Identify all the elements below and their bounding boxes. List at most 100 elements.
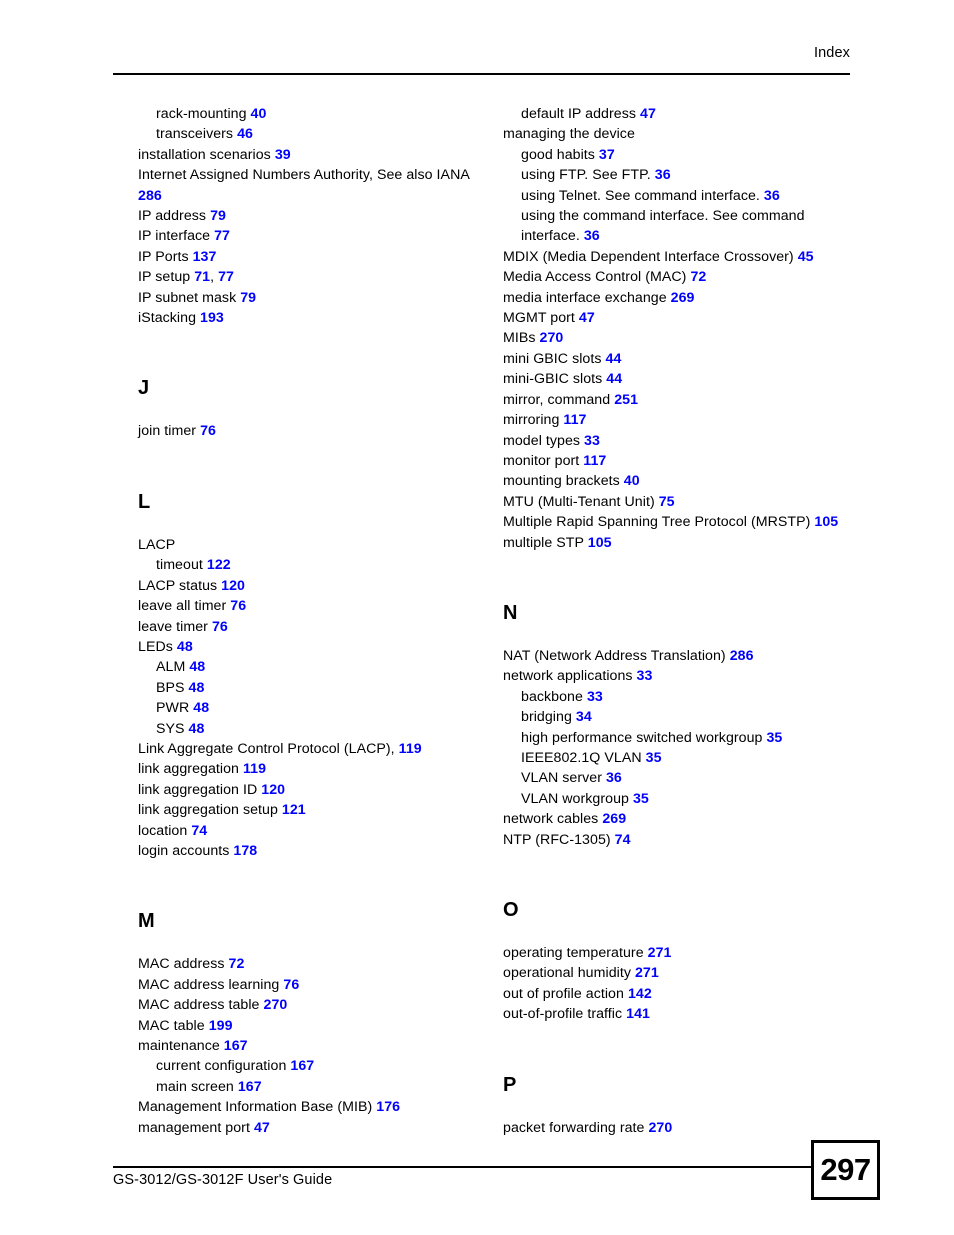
page-ref-48[interactable]: 48 xyxy=(189,721,205,737)
page-ref-37[interactable]: 37 xyxy=(599,147,615,163)
index-entry-using-the-command-interface-see-command-interfac[interactable]: using the command interface. See command… xyxy=(503,206,861,247)
index-entry-operating-temperature[interactable]: operating temperature 271 xyxy=(503,943,871,963)
index-entry-model-types[interactable]: model types 33 xyxy=(503,431,871,451)
index-entry-network-cables[interactable]: network cables 269 xyxy=(503,809,871,829)
page-ref-33[interactable]: 33 xyxy=(584,433,600,449)
index-entry-mounting-brackets[interactable]: mounting brackets 40 xyxy=(503,471,871,491)
index-entry-mac-table[interactable]: MAC table 199 xyxy=(138,1016,506,1036)
index-entry-istacking[interactable]: iStacking 193 xyxy=(138,308,506,328)
page-ref-79[interactable]: 79 xyxy=(240,290,256,306)
page-ref-39[interactable]: 39 xyxy=(275,147,291,163)
page-ref-76[interactable]: 76 xyxy=(230,598,246,614)
index-entry-mgmt-port[interactable]: MGMT port 47 xyxy=(503,308,871,328)
page-ref-46[interactable]: 46 xyxy=(237,126,253,142)
page-ref-119[interactable]: 119 xyxy=(399,741,422,757)
index-entry-mini-gbic-slots[interactable]: mini-GBIC slots 44 xyxy=(503,369,871,389)
index-entry-timeout[interactable]: timeout 122 xyxy=(138,555,506,575)
page-ref-105[interactable]: 105 xyxy=(588,535,612,551)
page-ref-45[interactable]: 45 xyxy=(798,249,814,265)
index-entry-mibs[interactable]: MIBs 270 xyxy=(503,328,871,348)
index-entry-location[interactable]: location 74 xyxy=(138,821,506,841)
index-entry-mac-address[interactable]: MAC address 72 xyxy=(138,954,506,974)
page-ref-286[interactable]: 286 xyxy=(730,648,754,664)
page-ref-117[interactable]: 117 xyxy=(563,412,586,428)
page-ref-270[interactable]: 270 xyxy=(648,1120,672,1136)
page-ref-44[interactable]: 44 xyxy=(606,371,622,387)
index-entry-lacp[interactable]: LACP xyxy=(138,535,506,555)
index-entry-link-aggregate-control-protocol-lacp[interactable]: Link Aggregate Control Protocol (LACP), … xyxy=(138,739,506,759)
index-entry-mac-address-table[interactable]: MAC address table 270 xyxy=(138,995,506,1015)
index-entry-ip-subnet-mask[interactable]: IP subnet mask 79 xyxy=(138,288,506,308)
index-entry-multiple-rapid-spanning-tree-protocol-mrstp[interactable]: Multiple Rapid Spanning Tree Protocol (M… xyxy=(503,512,871,532)
index-entry-bps[interactable]: BPS 48 xyxy=(138,678,506,698)
index-entry-operational-humidity[interactable]: operational humidity 271 xyxy=(503,963,871,983)
page-ref-47[interactable]: 47 xyxy=(640,106,656,122)
index-entry-join-timer[interactable]: join timer 76 xyxy=(138,421,506,441)
index-entry-mini-gbic-slots[interactable]: mini GBIC slots 44 xyxy=(503,349,871,369)
page-ref-36[interactable]: 36 xyxy=(584,228,600,244)
page-ref-76[interactable]: 76 xyxy=(212,619,228,635)
page-ref-74[interactable]: 74 xyxy=(615,832,631,848)
index-entry-main-screen[interactable]: main screen 167 xyxy=(138,1077,506,1097)
page-ref-286[interactable]: 286 xyxy=(138,188,162,204)
index-entry-current-configuration[interactable]: current configuration 167 xyxy=(138,1056,506,1076)
page-ref-77[interactable]: 77 xyxy=(214,228,230,244)
index-entry-backbone[interactable]: backbone 33 xyxy=(503,687,871,707)
page-ref-270[interactable]: 270 xyxy=(264,997,288,1013)
index-entry-leave-timer[interactable]: leave timer 76 xyxy=(138,617,506,637)
page-ref-117[interactable]: 117 xyxy=(583,453,606,469)
page-ref-71[interactable]: 71 xyxy=(194,269,210,285)
page-ref-35[interactable]: 35 xyxy=(766,730,782,746)
index-entry-ip-address[interactable]: IP address 79 xyxy=(138,206,506,226)
index-entry-ip-setup[interactable]: IP setup 71, 77 xyxy=(138,267,506,287)
page-ref-33[interactable]: 33 xyxy=(637,668,653,684)
page-ref-36[interactable]: 36 xyxy=(606,770,622,786)
page-ref-44[interactable]: 44 xyxy=(606,351,622,367)
index-entry-sys[interactable]: SYS 48 xyxy=(138,719,506,739)
page-ref-76[interactable]: 76 xyxy=(200,423,216,439)
index-entry-link-aggregation-setup[interactable]: link aggregation setup 121 xyxy=(138,800,506,820)
index-entry-monitor-port[interactable]: monitor port 117 xyxy=(503,451,871,471)
index-entry-internet-assigned-numbers-authority-see-also-ian[interactable]: Internet Assigned Numbers Authority, See… xyxy=(138,165,478,206)
index-entry-high-performance-switched-workgroup[interactable]: high performance switched workgroup 35 xyxy=(503,728,871,748)
index-entry-default-ip-address[interactable]: default IP address 47 xyxy=(503,104,871,124)
page-ref-48[interactable]: 48 xyxy=(189,659,205,675)
index-entry-media-access-control-mac[interactable]: Media Access Control (MAC) 72 xyxy=(503,267,871,287)
page-ref-167[interactable]: 167 xyxy=(224,1038,248,1054)
page-ref-251[interactable]: 251 xyxy=(614,392,638,408)
page-ref-120[interactable]: 120 xyxy=(261,782,285,798)
page-ref-178[interactable]: 178 xyxy=(233,843,257,859)
page-ref-72[interactable]: 72 xyxy=(229,956,245,972)
index-entry-media-interface-exchange[interactable]: media interface exchange 269 xyxy=(503,288,871,308)
page-ref-176[interactable]: 176 xyxy=(376,1099,400,1115)
index-entry-bridging[interactable]: bridging 34 xyxy=(503,707,871,727)
page-ref-72[interactable]: 72 xyxy=(690,269,706,285)
index-entry-using-ftp-see-ftp[interactable]: using FTP. See FTP. 36 xyxy=(503,165,871,185)
index-entry-ip-interface[interactable]: IP interface 77 xyxy=(138,226,506,246)
page-ref-76[interactable]: 76 xyxy=(283,977,299,993)
page-ref-199[interactable]: 199 xyxy=(209,1018,233,1034)
index-entry-lacp-status[interactable]: LACP status 120 xyxy=(138,576,506,596)
page-ref-48[interactable]: 48 xyxy=(177,639,193,655)
page-ref-137[interactable]: 137 xyxy=(193,249,217,265)
page-ref-167[interactable]: 167 xyxy=(238,1079,262,1095)
index-entry-link-aggregation-id[interactable]: link aggregation ID 120 xyxy=(138,780,506,800)
page-ref-35[interactable]: 35 xyxy=(646,750,662,766)
page-ref-75[interactable]: 75 xyxy=(659,494,675,510)
index-entry-ip-ports[interactable]: IP Ports 137 xyxy=(138,247,506,267)
index-entry-pwr[interactable]: PWR 48 xyxy=(138,698,506,718)
index-entry-installation-scenarios[interactable]: installation scenarios 39 xyxy=(138,145,506,165)
page-ref-122[interactable]: 122 xyxy=(207,557,231,573)
index-entry-leds[interactable]: LEDs 48 xyxy=(138,637,506,657)
index-entry-management-information-base-mib[interactable]: Management Information Base (MIB) 176 xyxy=(138,1097,506,1117)
page-ref-47[interactable]: 47 xyxy=(254,1120,270,1136)
index-entry-ntp-rfc-1305[interactable]: NTP (RFC-1305) 74 xyxy=(503,830,871,850)
page-ref-47[interactable]: 47 xyxy=(579,310,595,326)
page-ref-40[interactable]: 40 xyxy=(624,473,640,489)
page-ref-119[interactable]: 119 xyxy=(243,761,266,777)
index-entry-mirroring[interactable]: mirroring 117 xyxy=(503,410,871,430)
page-ref-271[interactable]: 271 xyxy=(635,965,659,981)
page-ref-74[interactable]: 74 xyxy=(191,823,207,839)
index-entry-vlan-server[interactable]: VLAN server 36 xyxy=(503,768,871,788)
index-entry-using-telnet-see-command-interface[interactable]: using Telnet. See command interface. 36 xyxy=(503,186,871,206)
